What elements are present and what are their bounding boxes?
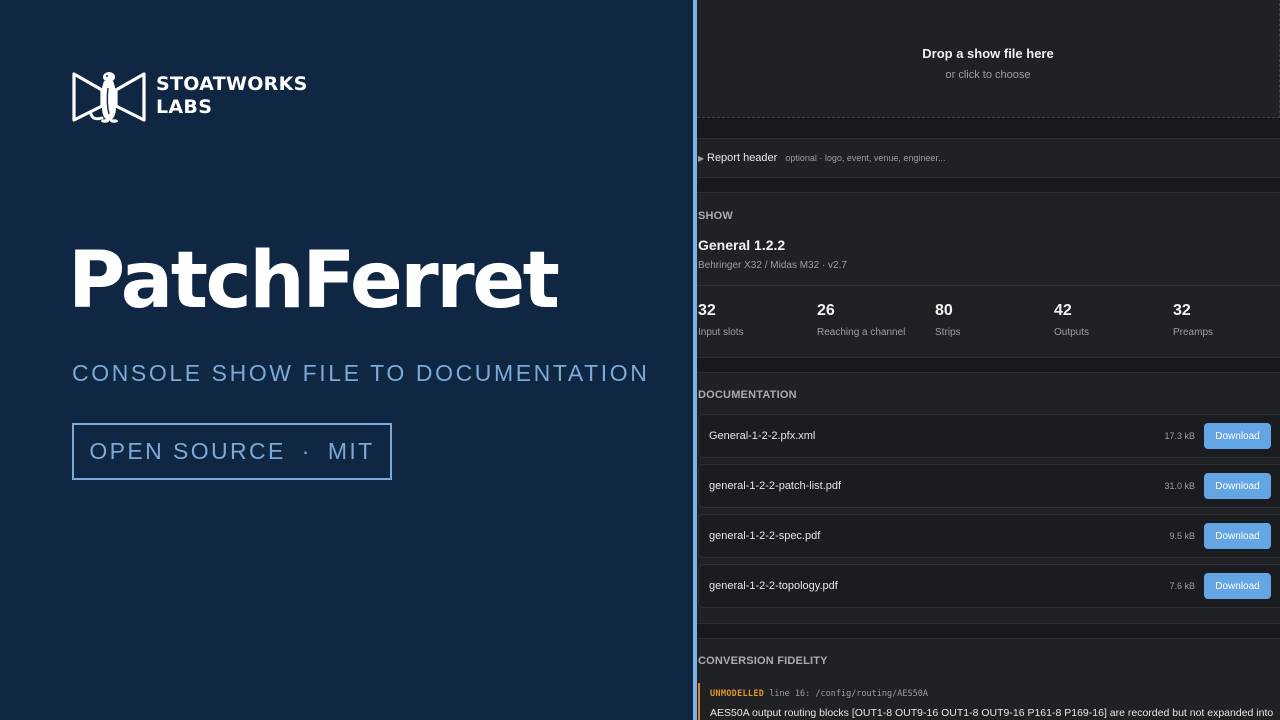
file-row: General-1-2-2.pfx.xml 17.3 kB Download <box>698 414 1280 458</box>
file-row: general-1-2-2-spec.pdf 9.5 kB Download <box>698 514 1280 558</box>
stat-reaching-channel: 26 Reaching a channel <box>817 302 905 338</box>
warning-header: UNMODELLED line 16: /config/routing/AES5… <box>710 689 1280 699</box>
brand-lockup: STOATWORKS LABS <box>72 68 308 124</box>
show-name: General 1.2.2 <box>698 237 786 253</box>
download-button[interactable]: Download <box>1204 423 1271 449</box>
stat-label: Outputs <box>1054 327 1090 338</box>
product-tagline: CONSOLE SHOW FILE TO DOCUMENTATION <box>72 360 650 386</box>
dropzone-title: Drop a show file here <box>922 46 1054 61</box>
file-name: general-1-2-2-spec.pdf <box>709 530 821 542</box>
stoat-bowtie-logo-icon <box>72 72 146 123</box>
documentation-section-label: DOCUMENTATION <box>698 389 797 401</box>
stat-label: Preamps <box>1173 327 1214 338</box>
stat-value: 32 <box>698 302 716 319</box>
warning-message: AES50A output routing blocks [OUT1-8 OUT… <box>710 707 1274 719</box>
stat-value: 42 <box>1054 302 1072 319</box>
file-size: 7.6 kB <box>1169 581 1195 591</box>
file-name: General-1-2-2.pfx.xml <box>709 430 816 442</box>
show-file-dropzone[interactable]: Drop a show file here or click to choose <box>697 0 1280 118</box>
stat-input-slots: 32 Input slots <box>698 302 744 338</box>
file-size: 31.0 kB <box>1164 481 1195 491</box>
report-header-hint: optional · logo, event, venue, engineer.… <box>785 153 946 163</box>
app-panel: Drop a show file here or click to choose… <box>697 0 1280 720</box>
file-size: 17.3 kB <box>1164 431 1195 441</box>
download-button[interactable]: Download <box>1204 473 1271 499</box>
download-button[interactable]: Download <box>1204 573 1271 599</box>
stat-outputs: 42 Outputs <box>1054 302 1089 338</box>
license-badge-right: MIT <box>327 438 375 464</box>
stat-value: 26 <box>817 302 835 319</box>
show-divider <box>697 285 1280 286</box>
file-name: general-1-2-2-patch-list.pdf <box>709 480 842 492</box>
stat-label: Input slots <box>698 327 744 338</box>
license-badge: OPEN SOURCE · MIT <box>72 423 392 480</box>
stat-value: 32 <box>1173 302 1191 319</box>
stat-strips: 80 Strips <box>935 302 961 338</box>
show-section-label: SHOW <box>698 210 734 222</box>
download-button[interactable]: Download <box>1204 523 1271 549</box>
brand-name-line1: STOATWORKS <box>156 73 308 95</box>
report-header-toggle[interactable]: ▶ Report header optional · logo, event, … <box>697 138 1280 178</box>
dropzone-subtitle: or click to choose <box>945 69 1031 81</box>
file-row: general-1-2-2-patch-list.pdf 31.0 kB Dow… <box>698 464 1280 508</box>
brand-name-line2: LABS <box>156 96 213 118</box>
stat-label: Strips <box>935 327 961 338</box>
show-console-model: Behringer X32 / Midas M32 · v2.7 <box>698 260 847 271</box>
license-badge-left: OPEN SOURCE <box>89 438 286 464</box>
caret-right-icon: ▶ <box>698 153 705 163</box>
report-header-title: Report header <box>707 152 778 164</box>
fidelity-warning: UNMODELLED line 16: /config/routing/AES5… <box>698 683 1280 720</box>
license-badge-separator: · <box>301 438 312 464</box>
conversion-fidelity-card: CONVERSION FIDELITY UNMODELLED line 16: … <box>697 638 1280 720</box>
hero-panel: STOATWORKS LABS PatchFerret CONSOLE SHOW… <box>0 0 693 720</box>
file-row: general-1-2-2-topology.pdf 7.6 kB Downlo… <box>698 564 1280 608</box>
warning-location: line 16: /config/routing/AES50A <box>769 689 928 699</box>
file-name: general-1-2-2-topology.pdf <box>709 580 838 592</box>
file-size: 9.5 kB <box>1169 531 1195 541</box>
show-summary-card: SHOW General 1.2.2 Behringer X32 / Midas… <box>697 192 1280 358</box>
fidelity-section-label: CONVERSION FIDELITY <box>698 655 828 667</box>
product-title: PatchFerret <box>68 236 560 326</box>
stat-preamps: 32 Preamps <box>1173 302 1213 338</box>
stat-label: Reaching a channel <box>817 327 906 338</box>
brand-name: STOATWORKS LABS <box>156 73 308 119</box>
stat-value: 80 <box>935 302 953 319</box>
warning-tag: UNMODELLED <box>710 689 765 699</box>
documentation-card: DOCUMENTATION General-1-2-2.pfx.xml 17.3… <box>697 372 1280 624</box>
